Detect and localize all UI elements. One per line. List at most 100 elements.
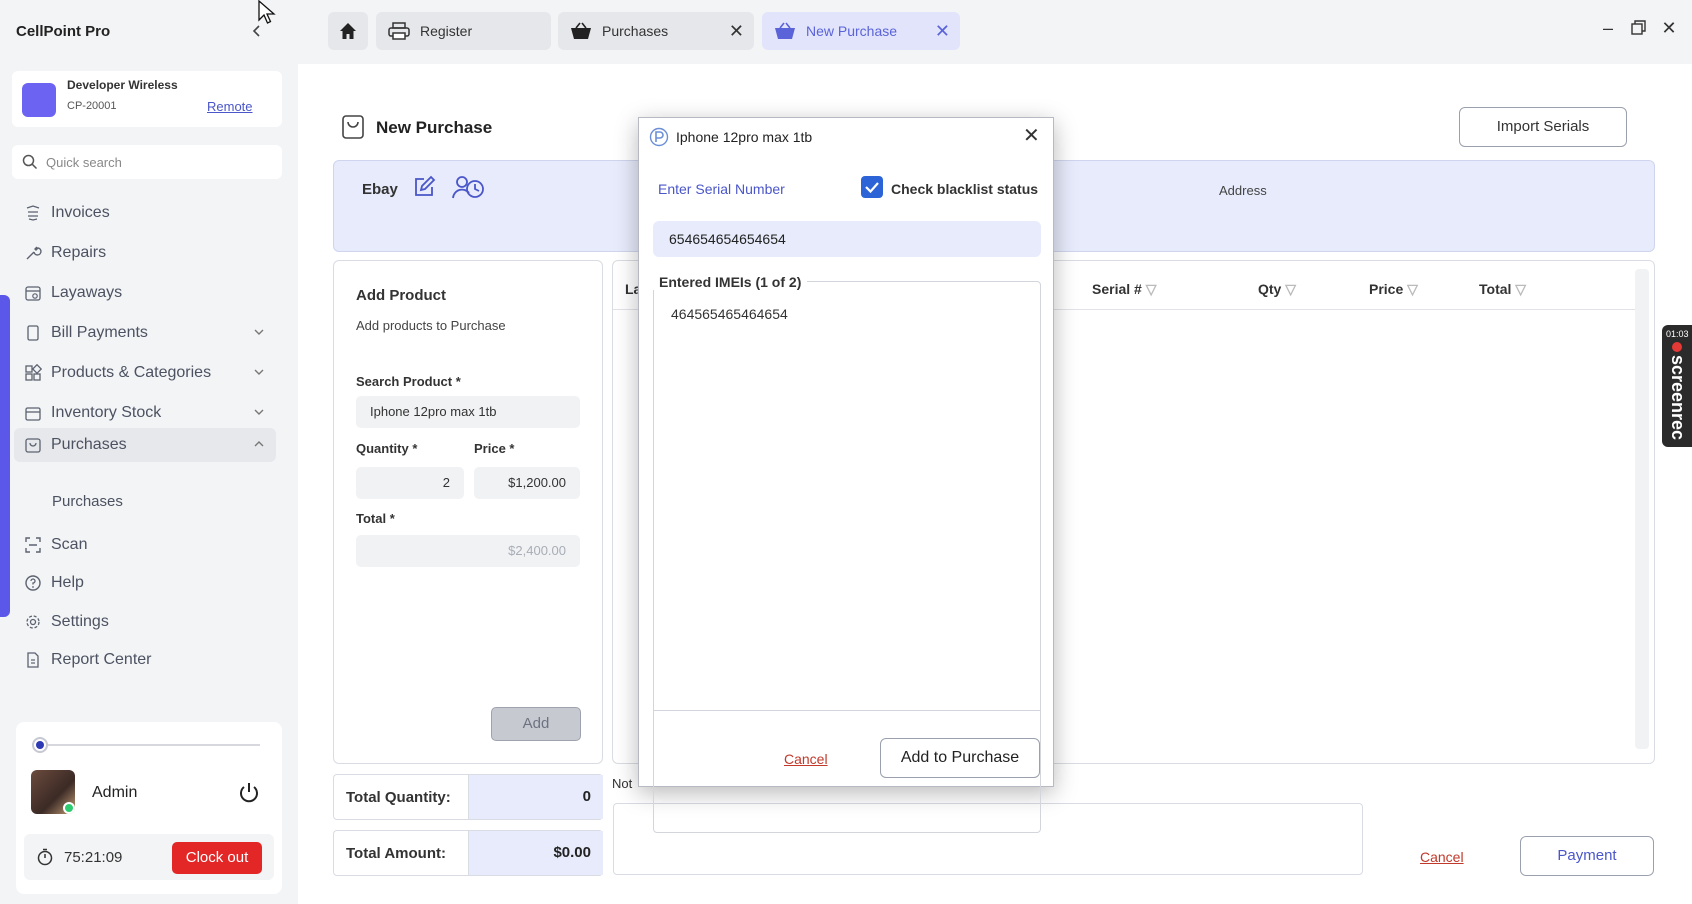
- home-tab[interactable]: [328, 12, 368, 50]
- import-serials-button[interactable]: Import Serials: [1459, 107, 1627, 147]
- grid-icon: [25, 364, 42, 381]
- quantity-input[interactable]: 2: [356, 467, 464, 499]
- column-header-qty[interactable]: Qty ▽: [1258, 281, 1296, 298]
- sidebar-item-bill-payments[interactable]: Bill Payments: [14, 316, 276, 350]
- record-dot-icon: [1672, 342, 1682, 352]
- recorder-label: screenrec: [1668, 355, 1688, 441]
- sidebar-item-layaways[interactable]: Layaways: [14, 276, 276, 310]
- column-header-price[interactable]: Price ▽: [1369, 281, 1418, 298]
- sidebar-subitem-purchases[interactable]: Purchases: [52, 493, 123, 510]
- search-product-input[interactable]: Iphone 12pro max 1tb: [356, 396, 580, 428]
- basket-icon: [571, 22, 591, 39]
- filter-icon[interactable]: ▽: [1515, 281, 1526, 297]
- sidebar-item-label: Settings: [51, 613, 109, 630]
- filter-icon[interactable]: ▽: [1285, 281, 1296, 297]
- window-close-icon[interactable]: ✕: [1659, 18, 1679, 38]
- bag-icon: [25, 438, 41, 453]
- search-input[interactable]: [46, 152, 266, 172]
- add-product-panel: Add Product Add products to Purchase Sea…: [333, 260, 603, 764]
- remote-link[interactable]: Remote: [207, 99, 253, 114]
- column-header-total[interactable]: Total ▽: [1479, 281, 1526, 298]
- tab-new-purchase[interactable]: New Purchase ✕: [762, 12, 960, 50]
- add-to-purchase-button[interactable]: Add to Purchase: [880, 738, 1040, 778]
- recorder-time: 01:03: [1666, 329, 1689, 339]
- blacklist-checkbox[interactable]: [861, 176, 883, 198]
- app-title: CellPoint Pro: [16, 23, 111, 40]
- dialog-title: Iphone 12pro max 1tb: [676, 129, 813, 145]
- stopwatch-icon: [37, 848, 53, 866]
- timer-value: 75:21:09: [64, 849, 123, 866]
- calendar-icon: [25, 286, 41, 301]
- sidebar-item-report-center[interactable]: Report Center: [14, 643, 276, 677]
- sidebar-item-purchases[interactable]: Purchases: [14, 428, 276, 462]
- sidebar-item-label: Layaways: [51, 284, 123, 301]
- entered-imeis-legend: Entered IMEIs (1 of 2): [653, 274, 808, 290]
- tab-label: New Purchase: [806, 23, 898, 39]
- app-logo-icon: [649, 127, 669, 147]
- serial-number-input[interactable]: [653, 221, 1041, 257]
- quick-search: [12, 145, 282, 179]
- filter-icon[interactable]: ▽: [1407, 281, 1418, 297]
- sidebar-item-label: Report Center: [51, 651, 152, 668]
- price-input[interactable]: $1,200.00: [474, 467, 580, 499]
- scrollbar[interactable]: [1635, 269, 1649, 749]
- vendor-name: Ebay: [362, 181, 398, 198]
- payment-button[interactable]: Payment: [1520, 836, 1654, 876]
- cancel-button[interactable]: Cancel: [1420, 849, 1464, 865]
- minimize-icon[interactable]: –: [1598, 18, 1618, 38]
- vendor-history-icon[interactable]: [451, 173, 485, 201]
- column-header-serial[interactable]: Serial # ▽: [1092, 281, 1157, 298]
- page-title: New Purchase: [376, 118, 493, 137]
- sidebar-item-label: Scan: [51, 536, 88, 553]
- chevron-up-icon: [254, 441, 264, 447]
- sidebar-item-repairs[interactable]: Repairs: [14, 236, 276, 270]
- tab-register[interactable]: Register: [376, 12, 551, 50]
- sidebar-item-invoices[interactable]: Invoices: [14, 196, 276, 230]
- sidebar-item-label: Inventory Stock: [51, 404, 162, 421]
- edit-icon[interactable]: [412, 175, 436, 199]
- sidebar-item-settings[interactable]: Settings: [14, 605, 276, 639]
- column-header-label: Qty: [1258, 281, 1282, 297]
- column-header-label: Total: [1479, 281, 1512, 297]
- tab-label: Register: [420, 23, 473, 39]
- total-amount-label: Total Amount:: [346, 845, 446, 862]
- clock-out-button[interactable]: Clock out: [172, 842, 262, 874]
- filter-icon[interactable]: ▽: [1146, 281, 1157, 297]
- store-name: Developer Wireless: [67, 78, 178, 92]
- report-icon: [27, 652, 39, 668]
- close-icon[interactable]: ✕: [935, 22, 950, 40]
- user-name: Admin: [92, 784, 138, 801]
- column-header-label: Price: [1369, 281, 1404, 297]
- sidebar-item-help[interactable]: Help: [14, 566, 276, 600]
- restore-icon[interactable]: [1628, 18, 1648, 38]
- screen-recorder-tag[interactable]: 01:03 screenrec: [1662, 325, 1692, 447]
- invoices-icon: [26, 205, 40, 221]
- tab-purchases[interactable]: Purchases ✕: [558, 12, 754, 50]
- column-header-label: Serial #: [1092, 281, 1142, 297]
- close-icon[interactable]: ✕: [729, 22, 744, 40]
- dialog-cancel-button[interactable]: Cancel: [784, 751, 828, 767]
- divider: [654, 710, 1040, 711]
- bag-icon: [342, 115, 364, 139]
- total-label: Total *: [356, 511, 395, 526]
- blacklist-label[interactable]: Check blacklist status: [891, 181, 1038, 197]
- sidebar-item-inventory-stock[interactable]: Inventory Stock: [14, 396, 276, 430]
- chevron-down-icon: [254, 369, 264, 375]
- scan-icon: [25, 537, 41, 553]
- tab-label: Purchases: [602, 23, 669, 39]
- box-icon: [25, 407, 41, 421]
- list-item[interactable]: 464565465464654: [671, 306, 788, 322]
- sidebar-item-products[interactable]: Products & Categories: [14, 356, 276, 390]
- close-icon[interactable]: ✕: [1023, 126, 1040, 146]
- basket-icon: [775, 22, 795, 39]
- mouse-cursor-icon: [258, 0, 276, 24]
- add-product-subtitle: Add products to Purchase: [356, 318, 506, 333]
- add-product-button[interactable]: Add: [491, 707, 581, 741]
- sidebar-item-label: Purchases: [51, 436, 127, 453]
- sidebar-item-scan[interactable]: Scan: [14, 528, 276, 562]
- home-icon: [340, 23, 356, 39]
- power-icon[interactable]: [236, 780, 262, 806]
- slider-knob[interactable]: [32, 737, 48, 753]
- total-amount-value: $0.00: [468, 831, 603, 875]
- user-card: Admin 75:21:09 Clock out: [16, 722, 282, 894]
